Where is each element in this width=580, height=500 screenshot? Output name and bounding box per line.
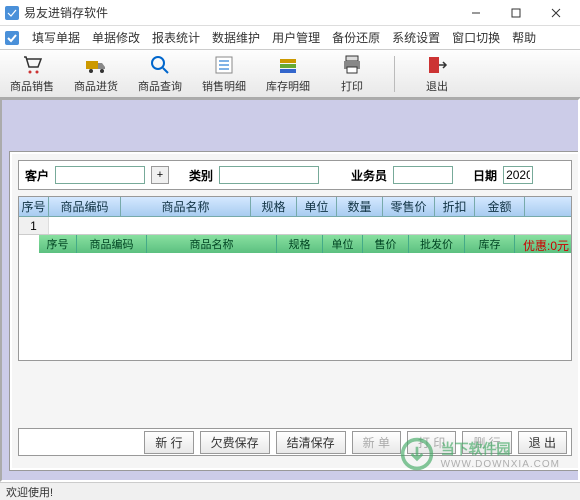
menu-item-单据修改[interactable]: 单据修改 (86, 29, 146, 47)
menu-bar: 填写单据单据修改报表统计数据维护用户管理备份还原系统设置窗口切换帮助 (0, 26, 580, 50)
menu-item-备份还原[interactable]: 备份还原 (326, 29, 386, 47)
main-col-6[interactable]: 零售价 (383, 197, 435, 216)
sub-grid: 序号商品编码商品名称规格单位售价批发价库存 (39, 235, 571, 253)
toolbar-label: 打印 (341, 78, 363, 94)
main-col-8[interactable]: 金额 (475, 197, 525, 216)
sub-col-5[interactable]: 售价 (363, 235, 409, 253)
action-新行[interactable]: 新 行 (144, 431, 193, 454)
main-col-1[interactable]: 商品编码 (49, 197, 121, 216)
action-bar: 新 行欠费保存结清保存新 单打 印删 行退 出 (18, 428, 572, 456)
search-icon (148, 53, 172, 77)
table-row[interactable]: 1 (19, 217, 571, 235)
main-col-3[interactable]: 规格 (251, 197, 297, 216)
toolbar-printer-button[interactable]: 打印 (326, 51, 378, 96)
toolbar-label: 退出 (426, 78, 448, 94)
salesman-input[interactable] (393, 166, 453, 184)
action-退出[interactable]: 退 出 (518, 431, 567, 454)
status-bar: 欢迎使用! (0, 482, 580, 500)
main-col-0[interactable]: 序号 (19, 197, 49, 216)
sub-col-2[interactable]: 商品名称 (147, 235, 277, 253)
doc-icon (4, 30, 20, 46)
salesman-label: 业务员 (351, 167, 387, 184)
toolbar-label: 库存明细 (266, 78, 310, 94)
toolbar-cart-button[interactable]: 商品销售 (6, 51, 58, 96)
add-customer-button[interactable]: + (151, 166, 169, 184)
toolbar-stack-button[interactable]: 库存明细 (262, 51, 314, 96)
toolbar-label: 商品销售 (10, 78, 54, 94)
toolbar-label: 商品查询 (138, 78, 182, 94)
menu-item-填写单据[interactable]: 填写单据 (26, 29, 86, 47)
menu-item-数据维护[interactable]: 数据维护 (206, 29, 266, 47)
app-icon (4, 5, 20, 21)
list-icon (212, 53, 236, 77)
main-col-2[interactable]: 商品名称 (121, 197, 251, 216)
action-打印: 打 印 (407, 431, 456, 454)
toolbar-truck-button[interactable]: 商品进货 (70, 51, 122, 96)
printer-icon (340, 53, 364, 77)
menu-item-窗口切换[interactable]: 窗口切换 (446, 29, 506, 47)
sub-col-7[interactable]: 库存 (465, 235, 515, 253)
truck-icon (84, 53, 108, 77)
status-text: 欢迎使用! (6, 484, 53, 500)
toolbar-search-button[interactable]: 商品查询 (134, 51, 186, 96)
customer-label: 客户 (25, 167, 49, 184)
menu-item-系统设置[interactable]: 系统设置 (386, 29, 446, 47)
row-number-cell: 1 (19, 217, 49, 234)
category-label: 类别 (189, 167, 213, 184)
menu-item-帮助[interactable]: 帮助 (506, 29, 542, 47)
main-col-5[interactable]: 数量 (337, 197, 383, 216)
action-结清保存[interactable]: 结清保存 (276, 431, 346, 454)
date-input[interactable] (503, 166, 533, 184)
close-button[interactable] (536, 1, 576, 25)
maximize-button[interactable] (496, 1, 536, 25)
toolbar: 商品销售 商品进货 商品查询 销售明细 库存明细 打印 退出 (0, 50, 580, 98)
document-panel: 客户 + 类别 业务员 日期 序号商品编码商品名称规格单位数量零售价折扣金额 1… (10, 152, 578, 470)
stack-icon (276, 53, 300, 77)
work-area: 客户 + 类别 业务员 日期 序号商品编码商品名称规格单位数量零售价折扣金额 1… (0, 98, 580, 482)
main-col-4[interactable]: 单位 (297, 197, 337, 216)
main-grid: 序号商品编码商品名称规格单位数量零售价折扣金额 1 序号商品编码商品名称规格单位… (18, 196, 572, 361)
toolbar-label: 商品进货 (74, 78, 118, 94)
sub-grid-header: 序号商品编码商品名称规格单位售价批发价库存 (39, 235, 571, 253)
exit-icon (425, 53, 449, 77)
title-bar: 易友进销存软件 (0, 0, 580, 26)
category-input[interactable] (219, 166, 319, 184)
toolbar-list-button[interactable]: 销售明细 (198, 51, 250, 96)
toolbar-exit-button[interactable]: 退出 (411, 51, 463, 96)
sub-col-4[interactable]: 单位 (323, 235, 363, 253)
sub-col-6[interactable]: 批发价 (409, 235, 465, 253)
cart-icon (20, 53, 44, 77)
customer-input[interactable] (55, 166, 145, 184)
minimize-button[interactable] (456, 1, 496, 25)
menu-item-用户管理[interactable]: 用户管理 (266, 29, 326, 47)
sub-col-3[interactable]: 规格 (277, 235, 323, 253)
window-title: 易友进销存软件 (24, 4, 456, 21)
window-controls (456, 1, 576, 25)
action-欠费保存[interactable]: 欠费保存 (200, 431, 270, 454)
sub-col-1[interactable]: 商品编码 (77, 235, 147, 253)
promo-text: 优惠:0元 (523, 237, 569, 254)
sub-col-0[interactable]: 序号 (39, 235, 77, 253)
main-col-7[interactable]: 折扣 (435, 197, 475, 216)
action-新单: 新 单 (352, 431, 401, 454)
toolbar-label: 销售明细 (202, 78, 246, 94)
main-grid-header: 序号商品编码商品名称规格单位数量零售价折扣金额 (19, 197, 571, 217)
filter-bar: 客户 + 类别 业务员 日期 (18, 160, 572, 190)
date-label: 日期 (473, 167, 497, 184)
menu-item-报表统计[interactable]: 报表统计 (146, 29, 206, 47)
action-删行: 删 行 (462, 431, 511, 454)
